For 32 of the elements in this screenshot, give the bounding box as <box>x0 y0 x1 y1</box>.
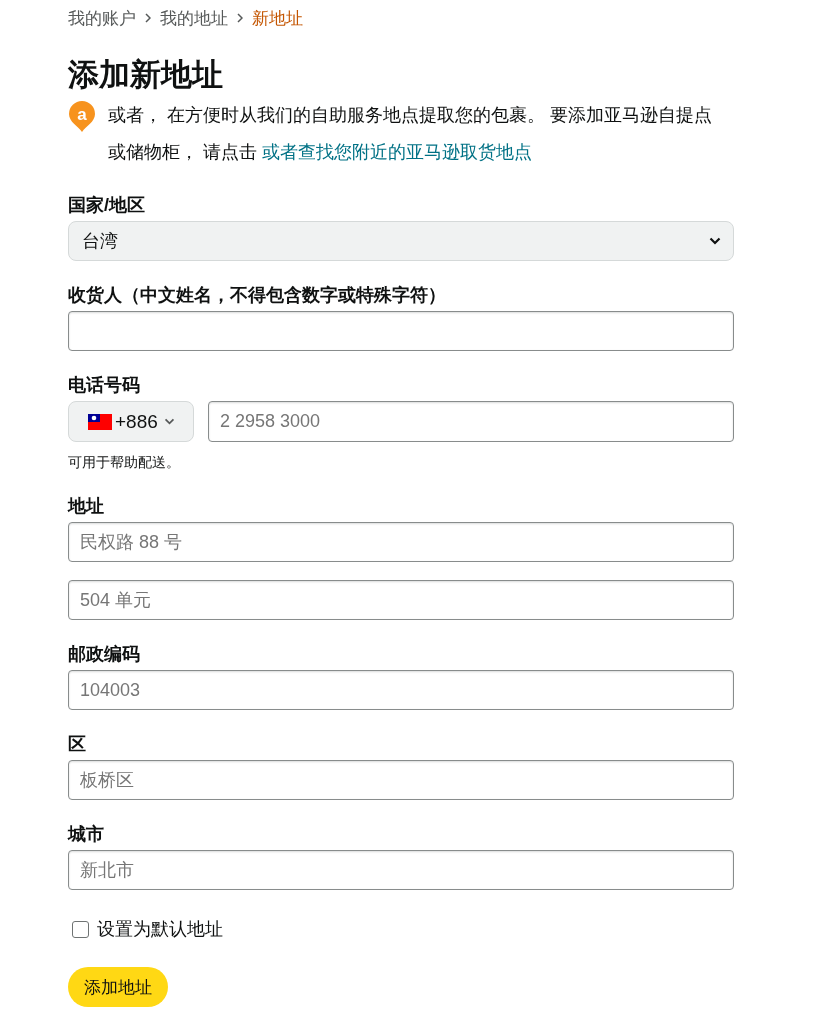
chevron-right-icon <box>145 13 151 23</box>
text-input[interactable]: 民权路 88 号 <box>68 522 734 562</box>
pickup-location-link[interactable]: 或者查找您附近的亚马逊取货地点 <box>262 142 532 162</box>
flag-icon <box>88 413 112 430</box>
text-input[interactable]: 板桥区 <box>68 760 734 800</box>
field-label: 邮政编码 <box>68 643 141 666</box>
text-input[interactable] <box>68 311 734 351</box>
field-label: 国家/地区 <box>68 194 146 217</box>
phone-input[interactable]: 2 2958 3000 <box>208 401 734 442</box>
field-hint: 可用于帮助配送。 <box>68 453 181 472</box>
country-select[interactable]: 台湾 <box>68 221 734 261</box>
breadcrumb-link[interactable]: 新地址 <box>252 6 303 30</box>
page-title: 添加新地址 <box>68 56 224 94</box>
field-label: 电话号码 <box>68 374 141 397</box>
checkbox[interactable] <box>72 920 89 938</box>
breadcrumb-link[interactable]: 我的地址 <box>160 6 228 30</box>
chevron-down-icon <box>709 237 721 245</box>
chevron-down-icon <box>163 418 175 425</box>
add-address-button[interactable]: 添加地址 <box>68 967 168 1007</box>
text-input[interactable]: 新北市 <box>68 850 734 890</box>
field-label: 地址 <box>68 495 105 518</box>
checkbox-label[interactable]: 设置为默认地址 <box>97 917 223 941</box>
country-code-select[interactable]: +886 <box>68 401 194 442</box>
text-input[interactable]: 104003 <box>68 670 734 710</box>
breadcrumb-link[interactable]: 我的账户 <box>68 6 136 30</box>
location-pin-icon: a <box>68 101 96 133</box>
field-label: 城市 <box>68 823 105 846</box>
intro-paragraph: 或者， 在方便时从我们的自助服务地点提取您的包裹。 要添加亚马逊自提点或储物柜， 请点击 或者查找您附近的亚马逊取货地点 <box>108 104 713 164</box>
chevron-right-icon <box>237 13 243 23</box>
text-input[interactable]: 504 单元 <box>68 580 734 620</box>
field-label: 区 <box>68 733 87 756</box>
field-label: 收货人（中文姓名，不得包含数字或特殊字符） <box>68 284 447 307</box>
